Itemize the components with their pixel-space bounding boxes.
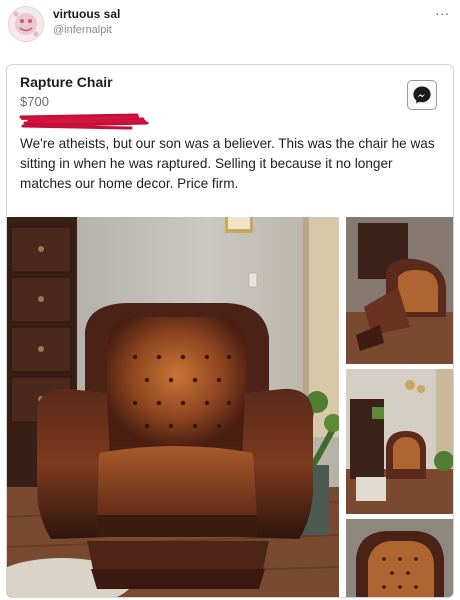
user-handle[interactable]: @infernalpit <box>53 24 112 36</box>
listing-photo-thumbnail-1[interactable] <box>346 217 453 364</box>
redaction-scribble <box>19 113 149 131</box>
post-header: virtuous sal @infernalpit ... <box>0 0 460 58</box>
listing-photo-thumbnail-2[interactable] <box>346 369 453 514</box>
listing-title: Rapture Chair <box>20 74 113 90</box>
marketplace-listing-card[interactable]: Rapture Chair $700 We're atheists, but o… <box>6 64 454 598</box>
recliner-photo <box>7 217 339 597</box>
more-options-button[interactable]: ... <box>435 2 450 18</box>
avatar-image <box>9 7 43 41</box>
listing-price: $700 <box>20 94 49 109</box>
recliner-side-view-photo <box>346 217 453 364</box>
message-seller-button[interactable] <box>407 80 437 110</box>
more-horizontal-icon: ... <box>435 2 450 18</box>
recliner-closeup-photo <box>346 519 453 597</box>
messenger-icon <box>413 86 431 104</box>
display-name[interactable]: virtuous sal <box>53 7 120 21</box>
listing-photo-thumbnail-3[interactable] <box>346 519 453 597</box>
listing-photo-main[interactable] <box>7 217 339 597</box>
recliner-room-view-photo <box>346 369 453 514</box>
avatar[interactable] <box>8 6 44 42</box>
listing-description: We're atheists, but our son was a believ… <box>20 136 435 191</box>
